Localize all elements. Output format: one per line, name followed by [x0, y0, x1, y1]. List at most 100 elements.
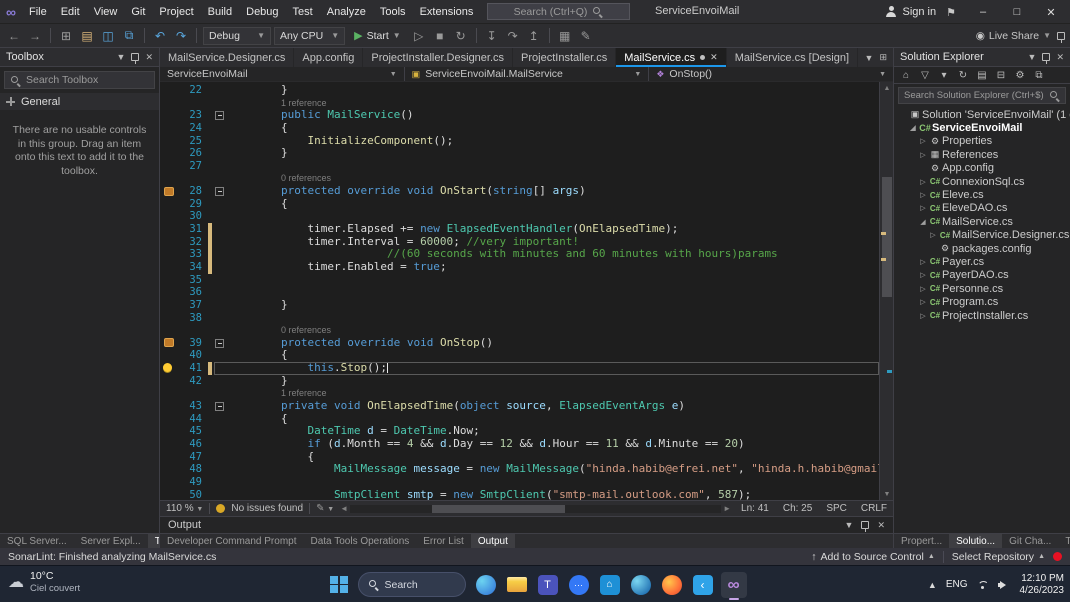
start-without-debugging-icon[interactable]: ▷ [410, 27, 428, 45]
panel-tab-team-e-[interactable]: Team E... [1058, 534, 1070, 548]
tree-item-app-config[interactable]: ⚙App.config [894, 162, 1070, 175]
taskbar-app-edge[interactable] [628, 572, 654, 598]
step-out-icon[interactable]: ↥ [525, 27, 543, 45]
doc-tab-mailservice-designer-cs[interactable]: MailService.Designer.cs [160, 48, 294, 67]
chevron-down-icon[interactable]: ▼ [845, 520, 854, 530]
menu-project[interactable]: Project [152, 3, 200, 21]
panel-tab-sql-server-[interactable]: SQL Server... [0, 534, 74, 548]
tree-item-serviceenvoimail[interactable]: ◢C#ServiceEnvoiMail [894, 121, 1070, 134]
menu-git[interactable]: Git [124, 3, 152, 21]
taskbar-app-copilot[interactable] [473, 572, 499, 598]
lightbulb-icon[interactable] [163, 363, 172, 372]
sign-in-button[interactable]: Sign in [885, 6, 936, 18]
panel-tab-git-cha-[interactable]: Git Cha... [1002, 534, 1058, 548]
new-file-icon[interactable]: ⊞ [57, 27, 75, 45]
expander-icon[interactable]: ▷ [918, 271, 928, 279]
project-dropdown[interactable]: ServiceEnvoiMail ▼ [160, 67, 405, 81]
save-all-icon[interactable]: ⧉ [120, 27, 138, 45]
fold-collapse-icon[interactable] [215, 187, 224, 196]
expander-icon[interactable]: ▷ [918, 191, 928, 199]
edit-indicator-icon[interactable]: ✎ ▼ [316, 503, 334, 514]
close-icon[interactable]: ✕ [877, 520, 885, 531]
quick-search-box[interactable]: Search (Ctrl+Q) [487, 3, 630, 20]
comment-icon[interactable]: ✎ [577, 27, 595, 45]
panel-tab-data-tools-operations[interactable]: Data Tools Operations [304, 534, 417, 548]
menu-test[interactable]: Test [286, 3, 320, 21]
vertical-scrollbar-thumb[interactable] [882, 177, 892, 297]
start-button[interactable] [330, 576, 348, 594]
tree-item-projectinstaller-cs[interactable]: ▷C#ProjectInstaller.cs [894, 309, 1070, 322]
pending-changes-filter-icon[interactable]: ▽ [918, 70, 932, 81]
weather-widget[interactable]: ☁ 10°C Ciel couvert [8, 570, 80, 594]
stop-icon[interactable]: ■ [431, 27, 449, 45]
expander-icon[interactable]: ▷ [918, 178, 928, 186]
doc-tab-app-config[interactable]: App.config [294, 48, 363, 67]
tree-item-payer-cs[interactable]: ▷C#Payer.cs [894, 255, 1070, 268]
select-repository-button[interactable]: Select Repository ▲ [952, 551, 1045, 563]
restart-icon[interactable]: ↻ [452, 27, 470, 45]
notifications-flag-icon[interactable]: ⚑ [946, 6, 956, 19]
open-file-icon[interactable]: ▤ [78, 27, 96, 45]
close-button[interactable]: ✕ [1034, 0, 1068, 24]
zoom-control[interactable]: 110 % ▼ [166, 503, 203, 514]
taskbar-app-firefox[interactable] [659, 572, 685, 598]
panel-tab-solutio-[interactable]: Solutio... [949, 534, 1002, 548]
live-share-button[interactable]: ◉ Live Share ▼ [976, 30, 1051, 42]
filter-dropdown-icon[interactable]: ▾ [937, 70, 951, 81]
taskbar-app-teams[interactable]: T [535, 572, 561, 598]
scroll-up-icon[interactable]: ▲ [880, 82, 893, 94]
float-window-icon[interactable]: ⊞ [879, 52, 887, 63]
tree-item-connexionsql-cs[interactable]: ▷C#ConnexionSql.cs [894, 175, 1070, 188]
pin-icon[interactable] [861, 521, 869, 529]
show-all-files-icon[interactable]: ▤ [975, 70, 989, 81]
solution-explorer-search-input[interactable]: Search Solution Explorer (Ctrl+$) [898, 87, 1066, 104]
tree-item-properties[interactable]: ▷⚙Properties [894, 135, 1070, 148]
panel-tab-developer-command-prompt[interactable]: Developer Command Prompt [160, 534, 304, 548]
taskbar-clock[interactable]: 12:10 PM 4/26/2023 [1020, 573, 1065, 597]
close-tab-icon[interactable]: ✕ [710, 52, 718, 63]
taskbar-app-visualstudio[interactable]: ∞ [721, 572, 747, 598]
gutter-marker-icon[interactable] [164, 187, 174, 196]
panel-tab-propert-[interactable]: Propert... [894, 534, 949, 548]
scroll-left-icon[interactable]: ◄ [340, 504, 348, 513]
gutter-marker-icon[interactable] [164, 338, 174, 347]
code-line[interactable]: 41 this.Stop(); [160, 362, 879, 375]
wifi-icon[interactable] [977, 579, 989, 590]
add-to-source-control-button[interactable]: ↑ Add to Source Control ▲ [811, 551, 935, 563]
scroll-right-icon[interactable]: ► [723, 504, 731, 513]
step-into-icon[interactable]: ↧ [483, 27, 501, 45]
properties-icon[interactable]: ⚙ [1013, 70, 1027, 81]
tree-item-eleve-cs[interactable]: ▷C#Eleve.cs [894, 188, 1070, 201]
menu-view[interactable]: View [87, 3, 125, 21]
menu-edit[interactable]: Edit [54, 3, 87, 21]
panel-tab-error-list[interactable]: Error List [416, 534, 471, 548]
expander-icon[interactable]: ▷ [918, 137, 928, 145]
menu-build[interactable]: Build [201, 3, 239, 21]
panel-tab-output[interactable]: Output [471, 534, 515, 548]
maximize-button[interactable]: □ [1000, 0, 1034, 24]
undo-icon[interactable]: ↶ [151, 27, 169, 45]
chevron-down-icon[interactable]: ▼ [1028, 52, 1037, 62]
tree-item-program-cs[interactable]: ▷C#Program.cs [894, 295, 1070, 308]
expander-icon[interactable]: ▷ [918, 204, 928, 212]
navigate-forward-icon[interactable]: → [26, 27, 44, 45]
taskbar-app-store[interactable]: ⌂ [597, 572, 623, 598]
home-icon[interactable]: ⌂ [899, 70, 913, 81]
code-editor[interactable]: 22 }1 reference23 public MailService()24… [160, 82, 893, 500]
menu-analyze[interactable]: Analyze [320, 3, 373, 21]
hidden-icons-chevron[interactable]: ▲ [928, 580, 937, 590]
document-health-icon[interactable] [216, 504, 225, 513]
horizontal-scrollbar-track[interactable] [350, 505, 721, 513]
doc-tab-mailservice-cs[interactable]: MailService.cs✕ [616, 48, 726, 67]
toolbox-search-input[interactable]: Search Toolbox [4, 71, 155, 89]
tab-list-icon[interactable]: ▼ [865, 53, 874, 63]
menu-extensions[interactable]: Extensions [413, 3, 481, 21]
menu-tools[interactable]: Tools [373, 3, 413, 21]
toolbox-section-general[interactable]: General [0, 93, 159, 110]
tree-item-mailservice-designer-cs[interactable]: ▷C#MailService.Designer.cs [894, 229, 1070, 242]
close-icon[interactable]: ✕ [145, 52, 153, 63]
start-debugging-button[interactable]: ▶ Start ▼ [348, 27, 407, 45]
minimize-button[interactable]: – [966, 0, 1000, 24]
doc-tab-projectinstaller-cs[interactable]: ProjectInstaller.cs [513, 48, 616, 67]
volume-icon[interactable] [998, 579, 1011, 590]
